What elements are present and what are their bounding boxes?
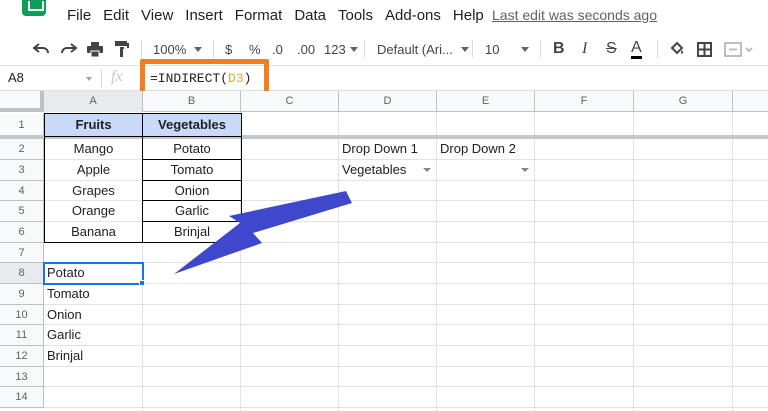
text-color-button[interactable]: A [631,39,642,59]
row-header-10[interactable]: 10 [0,305,44,325]
sheets-logo-icon[interactable] [22,0,46,16]
font-select[interactable]: Default (Ari... [377,39,469,59]
row-header-9[interactable]: 9 [0,284,44,305]
cell-d2[interactable]: Drop Down 1 [339,139,437,159]
menu-bar: File Edit View Insert Format Data Tools … [0,0,768,32]
last-edit-link[interactable]: Last edit was seconds ago [492,7,657,23]
menu-edit[interactable]: Edit [103,5,129,26]
cell-b3[interactable]: Tomato [143,160,241,180]
row-header-5[interactable]: 5 [0,201,44,222]
chevron-down-icon[interactable] [86,77,92,81]
menu-file[interactable]: File [67,5,91,26]
font-size-select[interactable]: 10 [485,39,530,59]
font-value: Default (Ari... [377,41,453,57]
formula-bar: A8 fx [0,66,768,91]
active-cell-selection [43,262,144,285]
fill-handle[interactable] [139,280,145,286]
menu-help[interactable]: Help [453,5,484,26]
menu-items: File Edit View Insert Format Data Tools … [67,5,496,26]
column-header-d[interactable]: D [339,91,437,112]
fx-icon: fx [111,68,123,85]
dropdown-1-value[interactable]: Vegetables [339,160,419,180]
font-size-value: 10 [485,41,500,57]
increase-decimal-button[interactable]: .00 [297,39,315,59]
more-formats-label: 123 [324,41,346,57]
redo-icon[interactable] [60,39,78,59]
chevron-down-icon [349,46,358,52]
currency-button[interactable]: $ [225,39,232,59]
name-box[interactable]: A8 [8,70,24,85]
more-formats-button[interactable]: 123 [324,39,358,59]
cell-b5[interactable]: Garlic [143,201,241,221]
header-vegetables[interactable]: Vegetables [143,115,241,135]
cell-a5[interactable]: Orange [44,201,143,221]
row-header-12[interactable]: 12 [0,346,44,367]
zoom-value: 100% [153,41,187,57]
column-header-a[interactable]: A [44,91,143,112]
dropdown-2-value[interactable] [437,160,517,180]
header-fruits[interactable]: Fruits [44,115,143,135]
select-all-corner[interactable] [0,91,44,112]
column-header-f[interactable]: F [535,91,634,112]
row-header-11[interactable]: 11 [0,325,44,346]
row-header-4[interactable]: 4 [0,181,44,201]
row-header-6[interactable]: 6 [0,222,44,243]
row-header-1[interactable]: 1 [0,114,44,136]
zoom-select[interactable]: 100% [153,39,203,59]
cell-a10[interactable]: Onion [44,305,143,325]
menu-format[interactable]: Format [235,5,283,26]
column-header-g[interactable]: G [634,91,733,112]
decrease-decimal-button[interactable]: .0 [272,39,283,59]
column-header-e[interactable]: E [437,91,535,112]
fill-color-icon[interactable] [669,39,685,59]
cell-e2[interactable]: Drop Down 2 [437,139,535,159]
cell-a9[interactable]: Tomato [44,284,143,304]
cell-a11[interactable]: Garlic [44,325,143,345]
chevron-down-icon [194,46,203,52]
row-header-3[interactable]: 3 [0,160,44,181]
column-header-b[interactable]: B [143,91,241,112]
row-header-8[interactable]: 8 [0,263,44,284]
chevron-down-icon [521,46,530,52]
dropdown-2-chevron-icon[interactable] [521,168,529,172]
row-header-7[interactable]: 7 [0,243,44,263]
paint-format-icon[interactable] [115,39,129,59]
cell-a3[interactable]: Apple [44,160,143,180]
cell-a6[interactable]: Banana [44,222,143,242]
toolbar: 100% $ % .0 .00 123 Default (Ari... 10 B… [0,32,768,66]
row-header-13[interactable]: 13 [0,367,44,387]
cell-b2[interactable]: Potato [143,139,241,159]
percent-button[interactable]: % [249,39,261,59]
cell-a12[interactable]: Brinjal [44,346,143,366]
cell-b6[interactable]: Brinjal [143,222,241,242]
cell-b4[interactable]: Onion [143,181,241,201]
chevron-down-icon [460,46,469,52]
italic-button[interactable]: I [582,39,587,59]
row-header-2[interactable]: 2 [0,139,44,160]
strikethrough-button[interactable]: S [606,39,617,59]
menu-data[interactable]: Data [294,5,326,26]
column-header-c[interactable]: C [241,91,339,112]
cell-a4[interactable]: Grapes [44,181,143,201]
menu-tools[interactable]: Tools [338,5,373,26]
menu-insert[interactable]: Insert [185,5,223,26]
cell-a2[interactable]: Mango [44,139,143,159]
merge-cells-icon[interactable] [724,39,754,59]
borders-icon[interactable] [697,39,712,59]
row-header-14[interactable]: 14 [0,387,44,408]
undo-icon[interactable] [32,39,50,59]
menu-view[interactable]: View [141,5,173,26]
print-icon[interactable] [87,39,103,59]
bold-button[interactable]: B [553,39,565,59]
column-headers: A B C D E F G [0,91,768,112]
dropdown-1-chevron-icon[interactable] [423,168,431,172]
menu-addons[interactable]: Add-ons [385,5,441,26]
